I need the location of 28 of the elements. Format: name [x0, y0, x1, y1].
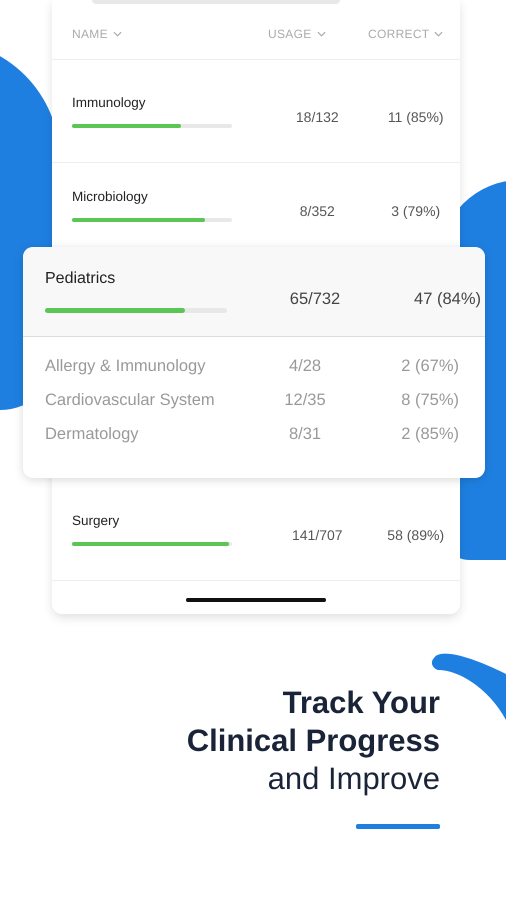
chevron-down-icon	[112, 30, 122, 36]
usage-count: 18/132	[294, 109, 340, 125]
correct-count: 2 (67%)	[400, 357, 459, 376]
column-header[interactable]: CORRECT	[368, 26, 444, 40]
category-name[interactable]: Pediatrics	[45, 270, 245, 288]
category-name[interactable]: Microbiology	[72, 188, 250, 204]
usage-count: 65/732	[288, 290, 342, 309]
usage-count: 8/31	[288, 425, 322, 444]
subcategory-name[interactable]: Dermatology	[45, 425, 255, 444]
correct-count: 47 (84%)	[413, 290, 481, 309]
correct-count: 3 (79%)	[390, 203, 442, 219]
usage-count: 12/35	[283, 391, 327, 410]
correct-count: 58 (89%)	[386, 527, 446, 543]
headline: Track Your Clinical Progress and Improve	[186, 684, 440, 798]
correct-count: 2 (85%)	[400, 425, 459, 444]
subcategory-name[interactable]: Allergy & Immunology	[45, 357, 255, 376]
correct-count: 11 (85%)	[386, 109, 445, 125]
subcategory-name[interactable]: Cardiovascular System	[45, 391, 255, 410]
chevron-down-icon	[434, 30, 444, 36]
usage-count: 8/352	[298, 203, 336, 219]
chevron-down-icon	[316, 30, 326, 36]
usage-count: 4/28	[288, 357, 322, 376]
category-name[interactable]: Immunology	[72, 94, 250, 110]
category-name[interactable]: Surgery	[72, 512, 250, 528]
correct-count: 8 (75%)	[400, 391, 459, 410]
column-header[interactable]: NAME	[72, 26, 268, 40]
column-header[interactable]: USAGE	[268, 26, 368, 40]
usage-count: 141/707	[290, 527, 344, 543]
